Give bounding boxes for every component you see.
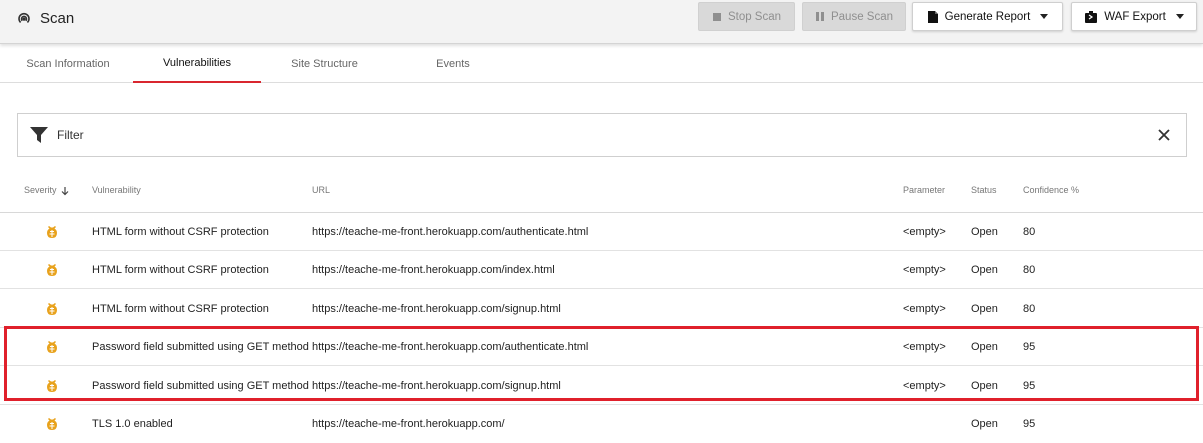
vulnerability-url: https://teache-me-front.herokuapp.com/au…	[312, 341, 589, 353]
vulnerability-url: https://teache-me-front.herokuapp.com/	[312, 418, 505, 430]
vulnerability-confidence: 95	[1023, 341, 1036, 353]
vulnerability-name: HTML form without CSRF protection	[92, 264, 269, 276]
vulnerability-parameter: <empty>	[903, 341, 946, 353]
vulnerability-status: Open	[971, 303, 998, 315]
vulnerability-status: Open	[971, 264, 998, 276]
vulnerability-parameter: <empty>	[903, 226, 946, 238]
tab-label: Events	[436, 57, 470, 70]
vulnerability-url: https://teache-me-front.herokuapp.com/in…	[312, 264, 555, 276]
bug-icon	[47, 380, 57, 392]
stop-icon	[712, 12, 721, 21]
vulnerability-name: HTML form without CSRF protection	[92, 226, 269, 238]
column-severity[interactable]: Severity	[24, 176, 69, 205]
bug-icon	[47, 303, 57, 315]
bug-icon	[47, 341, 57, 353]
vulnerability-status: Open	[971, 226, 998, 238]
column-label: Vulnerability	[92, 185, 141, 195]
tab-label: Site Structure	[291, 57, 358, 70]
column-label: URL	[312, 185, 331, 195]
export-icon	[1085, 10, 1098, 23]
tab-site-structure[interactable]: Site Structure	[268, 44, 381, 83]
vulnerability-name: Password field submitted using GET metho…	[92, 380, 309, 392]
bug-icon	[47, 264, 57, 276]
vulnerability-status: Open	[971, 380, 998, 392]
vulnerability-confidence: 80	[1023, 264, 1036, 276]
vulnerability-parameter: <empty>	[903, 303, 946, 315]
bug-icon	[47, 226, 57, 238]
vulnerability-name: HTML form without CSRF protection	[92, 303, 269, 315]
vulnerability-confidence: 95	[1023, 380, 1036, 392]
arrow-down-icon	[61, 186, 68, 195]
vulnerability-name: Password field submitted using GET metho…	[92, 341, 309, 353]
tab-vulnerabilities[interactable]: Vulnerabilities	[133, 44, 261, 83]
table-row[interactable]: HTML form without CSRF protection https:…	[0, 290, 1203, 328]
tab-bar: Scan Information Vulnerabilities Site St…	[0, 44, 1203, 83]
vulnerability-status: Open	[971, 341, 998, 353]
bug-icon	[47, 418, 57, 430]
document-icon	[927, 10, 938, 23]
column-confidence[interactable]: Confidence %	[1023, 176, 1079, 205]
tab-events[interactable]: Events	[403, 44, 503, 83]
waf-export-button[interactable]: WAF Export	[1071, 2, 1197, 31]
vulnerability-confidence: 95	[1023, 418, 1036, 430]
column-parameter[interactable]: Parameter	[903, 176, 945, 205]
filter-icon	[30, 127, 48, 143]
column-label: Severity	[24, 185, 57, 195]
chevron-down-icon	[1040, 14, 1049, 19]
vulnerability-parameter: <empty>	[903, 380, 946, 392]
table-header: Severity Vulnerability URL Parameter Sta…	[0, 176, 1203, 213]
stop-scan-label: Stop Scan	[727, 10, 782, 23]
close-icon[interactable]	[1156, 127, 1172, 143]
page-title: Scan	[40, 9, 75, 27]
column-label: Status	[971, 185, 997, 195]
column-vulnerability[interactable]: Vulnerability	[92, 176, 141, 205]
vulnerability-parameter: <empty>	[903, 264, 946, 276]
waf-export-label: WAF Export	[1104, 10, 1166, 23]
tab-scan-information[interactable]: Scan Information	[13, 44, 123, 83]
app-title: Scan	[16, 7, 74, 29]
generate-report-label: Generate Report	[944, 10, 1031, 23]
generate-report-button[interactable]: Generate Report	[912, 2, 1063, 31]
pause-scan-button[interactable]: Pause Scan	[802, 2, 906, 31]
tab-label: Scan Information	[26, 57, 110, 70]
table-row[interactable]: Password field submitted using GET metho…	[0, 367, 1203, 405]
vulnerability-status: Open	[971, 418, 998, 430]
vulnerability-url: https://teache-me-front.herokuapp.com/au…	[312, 226, 589, 238]
table-row[interactable]: HTML form without CSRF protection https:…	[0, 213, 1203, 251]
vulnerability-name: TLS 1.0 enabled	[92, 418, 173, 430]
scan-icon	[18, 13, 30, 23]
vulnerability-confidence: 80	[1023, 303, 1036, 315]
filter-input[interactable]: Filter	[57, 128, 84, 142]
pause-icon	[815, 12, 824, 21]
column-label: Parameter	[903, 185, 946, 195]
column-url[interactable]: URL	[312, 176, 330, 205]
pause-scan-label: Pause Scan	[830, 10, 893, 23]
vulnerability-confidence: 80	[1023, 226, 1036, 238]
column-status[interactable]: Status	[971, 176, 997, 205]
filter-bar[interactable]: Filter	[17, 113, 1187, 157]
top-bar: Scan Stop Scan Pause Scan Generate Repor…	[0, 0, 1203, 44]
table-row[interactable]: Password field submitted using GET metho…	[0, 328, 1203, 366]
column-label: Confidence %	[1023, 185, 1080, 195]
table-row[interactable]: HTML form without CSRF protection https:…	[0, 251, 1203, 289]
table-row[interactable]: TLS 1.0 enabled https://teache-me-front.…	[0, 405, 1203, 443]
vulnerability-url: https://teache-me-front.herokuapp.com/si…	[312, 303, 561, 315]
chevron-down-icon	[1175, 14, 1184, 19]
tab-label: Vulnerabilities	[162, 56, 232, 69]
stop-scan-button[interactable]: Stop Scan	[698, 2, 795, 31]
vulnerability-url: https://teache-me-front.herokuapp.com/si…	[312, 380, 561, 392]
